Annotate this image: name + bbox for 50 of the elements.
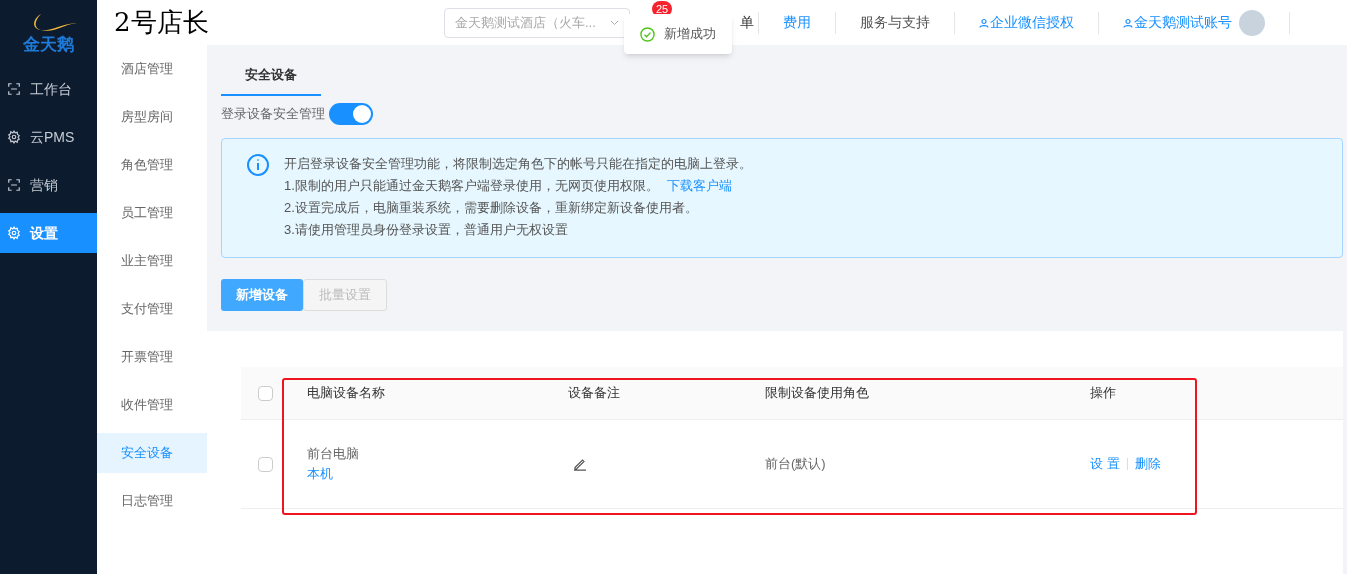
logo-text: 金天鹅 [23, 35, 74, 53]
row-checkbox[interactable] [258, 456, 273, 472]
header-link[interactable]: 金天鹅测试账号 [1099, 9, 1289, 36]
notice-text: 3.请使用管理员身份登录设置，普通用户无权设置 [284, 221, 568, 239]
frame-icon [7, 82, 21, 96]
submenu-item[interactable]: 角色管理 [97, 145, 207, 185]
notice-text: 开启登录设备安全管理功能，将限制选定角色下的帐号只能在指定的电脑上登录。 [284, 155, 752, 173]
notice-text: 2.设置完成后，电脑重装系统，需要删除设备，重新绑定新设备使用者。 [284, 199, 698, 217]
settings-icon [7, 130, 21, 144]
switch-label: 登录设备安全管理 [221, 105, 325, 124]
user-icon [979, 17, 989, 28]
header-link[interactable]: 服务与支持 [836, 12, 954, 33]
submenu-item[interactable]: 业主管理 [97, 241, 207, 281]
nav-item[interactable]: 云PMS [0, 117, 97, 157]
pencil-icon[interactable] [573, 457, 587, 471]
column-header: 限制设备使用角色 [765, 384, 870, 403]
toggle-switch[interactable] [329, 103, 373, 125]
tab[interactable]: 安全设备 [221, 55, 321, 96]
success-toast: 新增成功 [624, 14, 732, 54]
settings-icon [7, 226, 21, 240]
column-header: 设备备注 [568, 384, 621, 403]
action-link[interactable]: 删除 [1134, 454, 1161, 474]
avatar[interactable] [1239, 9, 1265, 36]
check-circle-icon [640, 26, 655, 42]
nav-item[interactable]: 工作台 [0, 69, 97, 109]
select-all-checkbox[interactable] [258, 385, 273, 401]
submenu-item[interactable]: 收件管理 [97, 385, 207, 425]
table-cell-text: 前台(默认) [765, 455, 827, 474]
submenu-item[interactable]: 开票管理 [97, 337, 207, 377]
submenu-item[interactable]: 员工管理 [97, 193, 207, 233]
nav-item[interactable]: 营销 [0, 165, 97, 205]
info-icon [246, 153, 270, 177]
device-name: 前台电脑 [307, 445, 360, 463]
action-link[interactable]: 设 置 [1090, 454, 1120, 474]
column-header: 电脑设备名称 [307, 384, 386, 403]
submenu-item[interactable]: 日志管理 [97, 481, 207, 521]
notice-text: 1.限制的用户只能通过金天鹅客户端登录使用，无网页使用权限。 [284, 177, 659, 195]
submenu-item[interactable]: 酒店管理 [97, 49, 207, 89]
submenu-item[interactable]: 支付管理 [97, 289, 207, 329]
column-header: 操作 [1090, 384, 1116, 403]
user-icon [1123, 17, 1133, 28]
chevron-down-icon [610, 19, 619, 26]
submenu-item[interactable]: 房型房间 [97, 97, 207, 137]
app-title: 2号店长 [114, 6, 210, 39]
local-tag: 本机 [307, 464, 568, 484]
header-link[interactable]: 费用 [759, 12, 835, 33]
header-link[interactable]: 企业微信授权 [955, 12, 1098, 33]
menu-link[interactable]: 单 [740, 12, 758, 33]
nav-item[interactable]: 设置 [0, 213, 97, 253]
frame-icon [7, 178, 21, 192]
